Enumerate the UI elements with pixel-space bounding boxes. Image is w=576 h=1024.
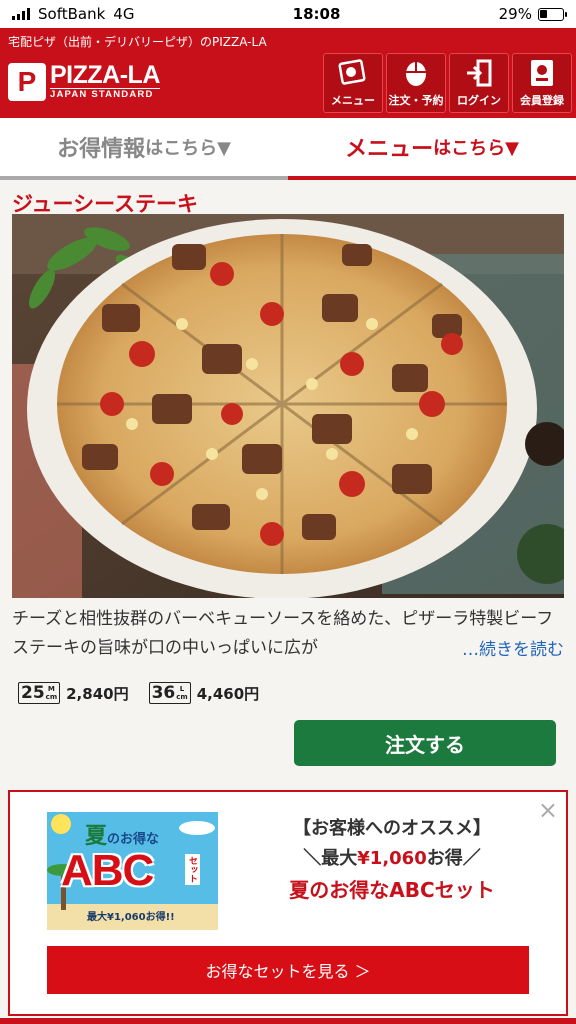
size-l-badge: 36 Lcm (148, 682, 191, 704)
network-type: 4G (113, 5, 135, 23)
login-nav-button[interactable]: ログイン (449, 53, 509, 113)
tab-bar: お得情報 はこちら▼ メニュー はこちら▼ (0, 118, 576, 180)
tab-menu-suffix: はこちら▼ (433, 138, 519, 159)
promo-set-name: 夏のお得なABCセット (289, 878, 495, 902)
order-nav-label: 注文・予約 (388, 94, 444, 107)
promo-banner-image[interactable]: 夏のお得な ABC セット 最大¥1,060お得!! (47, 812, 218, 930)
size-l-letter: L (179, 685, 185, 693)
header-nav: メニュー 注文・予約 ログイン 会員登録 (323, 53, 572, 113)
promo-text: 【お客様へのオススメ】 ＼最大¥1,060お得／ 夏のお得なABCセット (232, 814, 552, 906)
logo-subtitle: JAPAN STANDARD (50, 88, 160, 101)
size-l-number: 36 (151, 683, 176, 703)
price-m: 2,840円 (66, 684, 129, 703)
battery-percent: 29% (498, 5, 532, 23)
size-m-badge: 25 Mcm (18, 682, 61, 704)
menu-nav-button[interactable]: メニュー (323, 53, 383, 113)
status-bar: SoftBank 4G 18:08 29% (0, 0, 576, 28)
member-nav-label: 会員登録 (520, 94, 564, 107)
login-nav-label: ログイン (457, 94, 501, 107)
banner-title-rest: のお得な (107, 832, 160, 847)
price-list: 25 Mcm 2,840円 36 Lcm 4,460円 (12, 682, 564, 704)
logo-title: PIZZA-LA (50, 61, 160, 89)
pizza-la-logo[interactable]: P PIZZA-LA JAPAN STANDARD (8, 62, 160, 101)
battery-icon (537, 7, 567, 21)
carrier-name: SoftBank (38, 5, 106, 23)
member-nav-button[interactable]: 会員登録 (512, 53, 572, 113)
pizza-photo[interactable] (12, 214, 564, 598)
promo-discount-amount: ¥1,060 (357, 848, 427, 869)
promo-popup: × 夏のお得な ABC セット 最大¥1,060お得!! 【お客様へのオススメ】… (8, 790, 568, 1016)
order-nav-button[interactable]: 注文・予約 (386, 53, 446, 113)
product-name: ジューシーステーキ (12, 192, 199, 216)
header-tagline: 宅配ピザ（出前・デリバリーピザ）のPIZZA-LA (8, 35, 267, 49)
promo-discount-line: ＼最大¥1,060お得／ (232, 844, 552, 874)
battery-indicator: 29% (498, 5, 567, 23)
signal-icon (12, 8, 30, 20)
mouse-icon (401, 58, 431, 88)
banner-abc: ABC (61, 846, 154, 895)
menu-nav-label: メニュー (331, 94, 375, 107)
promo-heading: 【お客様へのオススメ】 (293, 818, 491, 839)
size-m-unit: cm (45, 693, 58, 701)
logo-mark: P (8, 62, 46, 101)
tab-deals-suffix: はこちら▼ (145, 138, 231, 159)
site-header: 宅配ピザ（出前・デリバリーピザ）のPIZZA-LA P PIZZA-LA JAP… (0, 28, 576, 118)
promo-discount-suffix: お得／ (426, 848, 481, 869)
product-card: ジューシーステーキ チーズと相性抜群のバーベキューソースを絡めた、ピザーラ特製ビ… (0, 180, 576, 766)
read-more-link[interactable]: …続きを読む (436, 636, 564, 665)
size-m-letter: M (47, 685, 55, 693)
product-description: チーズと相性抜群のバーベキューソースを絡めた、ピザーラ特製ビーフステーキの旨味が… (12, 605, 564, 667)
bottom-strip (0, 1018, 576, 1024)
tab-deals[interactable]: お得情報 はこちら▼ (0, 118, 288, 180)
banner-set: セット (187, 856, 197, 883)
menu-icon (338, 58, 368, 88)
view-set-button[interactable]: お得なセットを見る ＞ (47, 946, 529, 994)
price-l: 4,460円 (196, 684, 260, 703)
promo-discount-prefix: ＼最大 (303, 848, 358, 869)
size-m-number: 25 (21, 683, 45, 703)
size-l-unit: cm (176, 693, 188, 701)
member-icon (527, 58, 557, 88)
tab-menu-label: メニュー (345, 137, 434, 162)
clock: 18:08 (292, 5, 341, 23)
login-icon (464, 58, 494, 88)
banner-sub: 最大¥1,060お得!! (87, 912, 175, 923)
tab-deals-label: お得情報 (57, 137, 146, 162)
order-button[interactable]: 注文する (294, 720, 556, 766)
tab-menu[interactable]: メニュー はこちら▼ (288, 118, 576, 180)
